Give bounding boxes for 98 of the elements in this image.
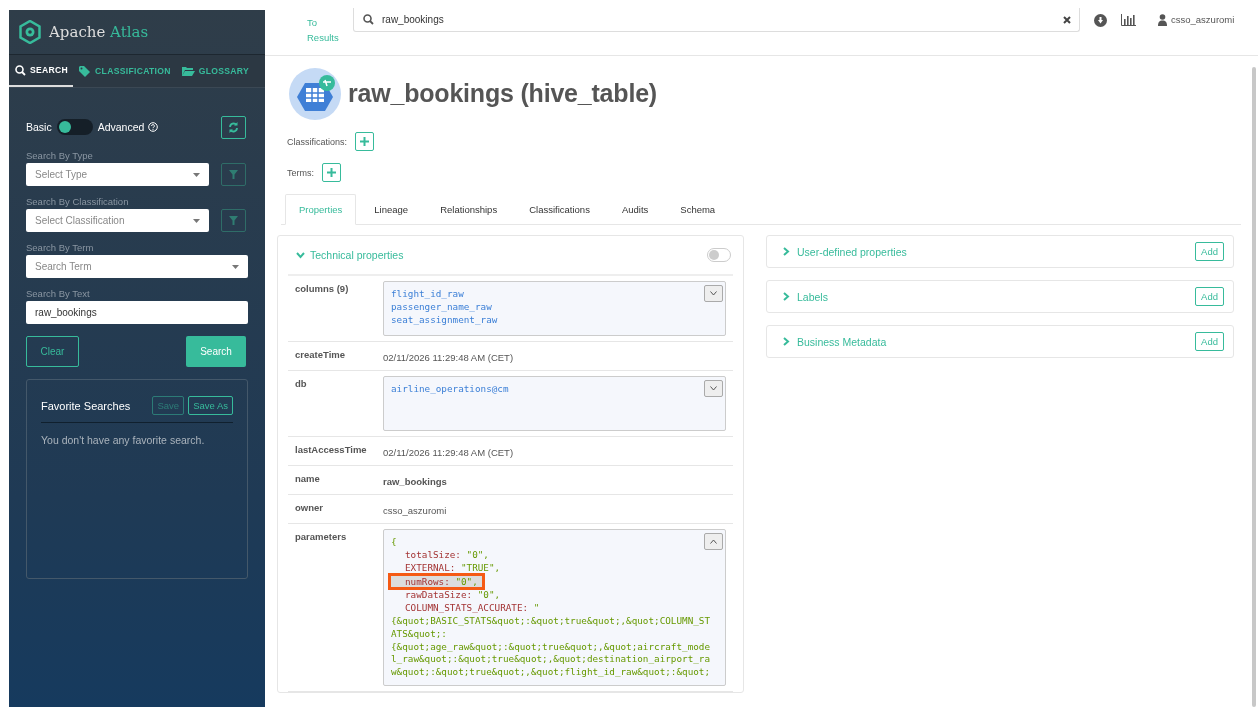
sidebar-tab[interactable]: CLASSIFICATION <box>73 55 176 87</box>
search-field[interactable]: raw_bookings <box>353 8 1080 32</box>
field-label: Terms: <box>287 167 314 178</box>
logo-icon <box>19 20 41 44</box>
code-line: ATS&quot;: <box>391 627 447 641</box>
code-line: { <box>391 536 397 549</box>
field-label: Search By Text <box>26 288 91 299</box>
advanced-label: Advanced <box>97 121 145 133</box>
code-line: COLUMN_STATS_ACCURATE: " <box>404 602 540 615</box>
caret-icon <box>193 218 200 223</box>
property-value: raw_bookings <box>383 475 447 489</box>
add-button[interactable]: Add <box>1195 332 1224 351</box>
add-term-button[interactable] <box>322 163 341 182</box>
add-button[interactable]: Add <box>1195 242 1224 261</box>
code-line: totalSize: "0", <box>404 548 489 562</box>
add-classification-button[interactable] <box>355 132 375 151</box>
property-name: db <box>294 377 308 389</box>
chevron-right-icon <box>783 247 790 256</box>
plus-icon <box>360 137 370 146</box>
property-name: createTime <box>294 348 346 360</box>
filter-icon <box>229 216 238 225</box>
code-line: {&quot;BASIC_STATS&quot;:&quot;true&quot;,&quot;COLUMN_ST <box>391 615 711 628</box>
download-icon <box>1094 14 1107 27</box>
folder-icon <box>181 66 195 76</box>
bar-chart-icon <box>1121 14 1136 26</box>
back-link[interactable]: To Results <box>307 15 347 45</box>
panel-title[interactable]: Technical properties <box>310 249 404 261</box>
favorites-title: Favorite Searches <box>41 399 132 412</box>
property-value: 02/11/2026 11:29:48 AM (CET) <box>383 351 514 365</box>
code-line: rawDataSize: "0", <box>404 589 501 603</box>
list-item[interactable]: passenger_name_raw <box>391 300 492 314</box>
caret-icon <box>193 172 200 177</box>
plus-icon <box>327 168 336 177</box>
property-value: 02/11/2026 11:29:48 AM (CET) <box>383 446 514 460</box>
filter-button[interactable] <box>221 163 246 186</box>
field-label: Search By Term <box>26 242 95 253</box>
entity-title: raw_bookings (hive_table) <box>348 78 657 108</box>
filter-button[interactable] <box>221 209 246 232</box>
save-button[interactable]: Save As <box>188 396 233 415</box>
panel-title[interactable]: Business Metadata <box>797 335 887 348</box>
panel-title[interactable]: User-defined properties <box>797 245 907 258</box>
tag-icon <box>79 65 92 77</box>
search-icon <box>15 64 26 76</box>
chevron-right-icon <box>783 292 790 301</box>
help-icon <box>148 122 159 132</box>
user-name[interactable]: csso_aszuromi <box>1171 14 1235 25</box>
search-button[interactable]: Search <box>186 336 246 367</box>
sidebar-tab[interactable]: SEARCH <box>9 55 74 87</box>
code-line: {&quot;age_raw&quot;:&quot;true&quot;,&quot;aircraft_mode <box>391 640 711 654</box>
chevron-down-icon <box>710 386 717 391</box>
property-name: columns (9) <box>294 282 350 294</box>
tab[interactable]: Schema <box>666 194 730 224</box>
field-label: Search By Classification <box>26 196 130 207</box>
property-name: name <box>294 472 321 484</box>
code-line: EXTERNAL: "TRUE", <box>404 561 501 575</box>
code-line: l_raw&quot;:&quot;true&quot;,&quot;destination_airport_ra <box>391 653 711 667</box>
expand-button[interactable] <box>704 380 723 397</box>
mode-switch[interactable] <box>56 119 93 135</box>
refresh-icon <box>228 121 239 133</box>
sidebar-tab[interactable]: GLOSSARY <box>175 55 255 87</box>
expand-button[interactable] <box>704 533 723 550</box>
refresh-button[interactable] <box>221 115 246 139</box>
filter-icon <box>229 170 238 179</box>
select-dropdown[interactable]: Select Type <box>26 163 209 186</box>
field-label: Search By Type <box>26 150 94 161</box>
property-name: owner <box>294 501 324 513</box>
basic-label: Basic <box>26 121 52 133</box>
user-icon <box>1158 14 1167 26</box>
list-item[interactable]: airline_operations@cm <box>391 383 509 396</box>
chevron-up-icon <box>710 539 717 544</box>
app-title: Apache Atlas <box>49 23 149 41</box>
close-icon <box>1063 15 1071 24</box>
tab[interactable]: Properties <box>285 194 357 225</box>
caret-icon <box>232 264 239 269</box>
field-label: Classifications: <box>287 136 348 147</box>
chevron-right-icon <box>783 337 790 346</box>
add-button[interactable]: Add <box>1195 287 1224 306</box>
expand-button[interactable] <box>704 285 723 302</box>
tab[interactable]: Audits <box>607 194 663 224</box>
search-icon <box>363 14 374 25</box>
clear-button[interactable]: Clear <box>26 336 79 367</box>
select-dropdown[interactable]: Select Classification <box>26 209 209 232</box>
tab[interactable]: Classifications <box>515 194 604 224</box>
tab[interactable]: Relationships <box>426 194 512 224</box>
property-name: parameters <box>294 530 348 542</box>
list-item[interactable]: flight_id_raw <box>391 288 464 301</box>
property-value: csso_aszuromi <box>383 504 447 518</box>
table-icon <box>287 68 343 120</box>
empty-message: You don't have any favorite search. <box>41 434 206 446</box>
code-line: w&quot;:&quot;true&quot;,&quot;flight_id_raw&quot;:&quot; <box>391 666 711 679</box>
property-name: lastAccessTime <box>294 443 368 455</box>
list-item[interactable]: seat_assignment_raw <box>391 313 498 327</box>
chevron-down-icon <box>710 291 717 296</box>
tab[interactable]: Lineage <box>360 194 423 224</box>
panel-title[interactable]: Labels <box>797 290 828 303</box>
scrollbar[interactable] <box>1252 67 1256 707</box>
select-dropdown[interactable]: Search Term <box>26 255 248 278</box>
search-text-field[interactable]: raw_bookings <box>26 301 248 324</box>
